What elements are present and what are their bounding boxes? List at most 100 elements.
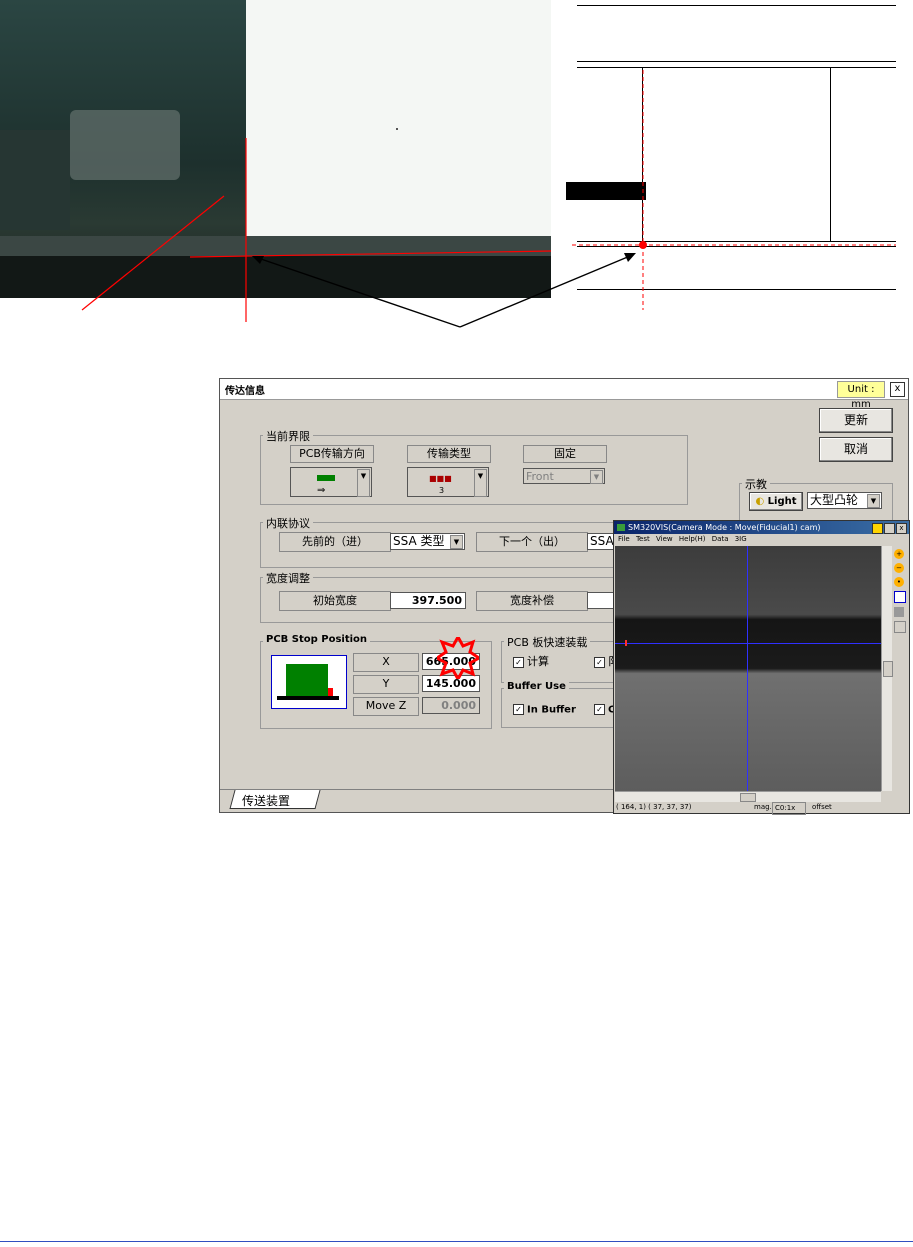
camera-statusbar: ( 164, 1) ( 37, 37, 37) mag. C0:1x offse… (614, 802, 909, 815)
vertical-scrollbar[interactable] (881, 546, 893, 791)
window-icon[interactable] (894, 591, 906, 603)
camera-image[interactable] (615, 546, 881, 791)
previous-select[interactable]: SSA 类型 ▼ (390, 533, 465, 550)
check-icon: ✓ (513, 704, 524, 715)
arrow-right (459, 255, 631, 328)
in-buffer-checkbox[interactable]: ✓ In Buffer (513, 704, 576, 716)
y-label: Y (353, 675, 419, 694)
pcb-position-diagram (271, 655, 347, 709)
light-button-label: Light (767, 496, 797, 507)
next-value: SSA (590, 534, 614, 548)
zoom-fit-icon[interactable]: • (894, 577, 904, 587)
menu-data[interactable]: Data (712, 535, 729, 543)
close-icon[interactable]: x (890, 382, 905, 397)
in-buffer-label: In Buffer (527, 704, 576, 716)
starburst-icon (437, 637, 479, 679)
camera-menubar: File Test View Help(H) Data 3IG (614, 534, 909, 545)
pcb-block (286, 664, 328, 696)
minimize-icon[interactable] (872, 523, 883, 534)
fast-load-label: PCB 板快速装载 (504, 634, 591, 650)
close-icon[interactable]: x (896, 523, 907, 534)
lamp-icon: ◐ (755, 496, 765, 507)
menu-test[interactable]: Test (636, 535, 650, 543)
pcb-direction-select[interactable]: ⇒ ▼ (290, 467, 372, 497)
calc-label: 计算 (527, 655, 549, 668)
status-coords: ( 164, 1) ( 37, 37, 37) (616, 803, 692, 811)
chevron-down-icon[interactable]: ▼ (867, 494, 880, 508)
app-icon (617, 524, 625, 531)
schematic-red-dot (639, 241, 647, 249)
menu-file[interactable]: File (618, 535, 630, 543)
scroll-thumb[interactable] (883, 661, 893, 677)
light-select-value: 大型凸轮 (810, 493, 859, 507)
camera-toolbar: + − • (894, 549, 907, 669)
menu-help[interactable]: Help(H) (679, 535, 706, 543)
movez-label: Move Z (353, 697, 419, 716)
fixed-value: Front (526, 470, 554, 483)
tab-conveyor[interactable]: 传送装置 (242, 792, 290, 809)
zoom-in-icon[interactable]: + (894, 549, 904, 559)
initial-width-input[interactable]: 397.500 (390, 592, 466, 609)
status-zoom: C0:1x (772, 802, 807, 815)
chevron-down-icon[interactable]: ▼ (590, 470, 603, 484)
page-footer-line (0, 1241, 913, 1242)
arrow-left (257, 257, 461, 328)
pcb-direction-label: PCB传输方向 (290, 445, 374, 463)
transfer-type-select[interactable]: ■■■ 3 ▼ (407, 467, 489, 497)
arrow-right-icon (317, 475, 335, 481)
update-button[interactable]: 更新 (819, 408, 893, 433)
chevron-down-icon[interactable]: ▼ (474, 469, 487, 497)
stopper-marker (328, 688, 333, 696)
chevron-down-icon[interactable]: ▼ (450, 535, 463, 549)
camera-titlebar: SM320VIS(Camera Mode : Move(Fiducial1) c… (614, 521, 909, 534)
horizontal-scrollbar[interactable] (615, 791, 881, 802)
edge-marker (625, 640, 627, 646)
dialog-titlebar: 传达信息 Unit : mm x (220, 379, 908, 410)
calc-checkbox[interactable]: ✓ 计算 (513, 653, 549, 669)
teach-label: 示教 (742, 476, 770, 492)
crosshair-vertical (747, 546, 748, 791)
check-icon: ✓ (594, 656, 605, 668)
pcb-stop-label: PCB Stop Position (263, 634, 371, 645)
transfer-info-dialog: 传达信息 Unit : mm x 更新 取消 当前界限 PCB传输方向 ⇒ ▼ … (219, 378, 910, 815)
x-label: X (353, 653, 419, 672)
initial-width-label: 初始宽度 (279, 591, 391, 611)
chevron-down-icon[interactable]: ▼ (357, 469, 370, 497)
inline-protocol-label: 内联协议 (263, 515, 313, 531)
next-label: 下一个（出） (476, 532, 588, 552)
buffer-use-label: Buffer Use (504, 681, 569, 692)
conveyor-bar (277, 696, 339, 700)
status-mag: mag. (754, 803, 772, 811)
scroll-thumb[interactable] (740, 793, 756, 802)
arrow-right-glyph: ⇒ (317, 485, 326, 496)
check-icon: ✓ (513, 656, 524, 668)
check-icon: ✓ (594, 704, 605, 715)
light-select[interactable]: 大型凸轮 ▼ (807, 492, 882, 509)
dialog-title: 传达信息 (225, 386, 265, 397)
status-offset: offset (812, 803, 832, 811)
light-button[interactable]: ◐ Light (749, 492, 803, 511)
unit-label: Unit : mm (837, 381, 885, 410)
camera-window: SM320VIS(Camera Mode : Move(Fiducial1) c… (613, 520, 910, 815)
annotation-overlay (81, 70, 896, 328)
previous-value: SSA 类型 (393, 534, 445, 548)
previous-label: 先前的（进） (279, 532, 391, 552)
current-limit-label: 当前界限 (263, 428, 313, 444)
transfer-type-value: 3 (439, 486, 445, 495)
crosshair-horizontal (615, 643, 881, 644)
grey-tool-icon[interactable] (894, 607, 904, 617)
cancel-button[interactable]: 取消 (819, 437, 893, 462)
menu-3ig[interactable]: 3IG (735, 535, 747, 543)
movez-input[interactable]: 0.000 (422, 697, 480, 714)
menu-view[interactable]: View (656, 535, 673, 543)
fixed-select[interactable]: Front ▼ (523, 468, 605, 484)
crosshair-horizontal (189, 250, 552, 258)
transfer-type-label: 传输类型 (407, 445, 491, 463)
red-pointer-line (81, 195, 225, 311)
fixed-label: 固定 (523, 445, 607, 463)
width-comp-label: 宽度补偿 (476, 591, 588, 611)
settings-icon[interactable] (894, 621, 906, 633)
width-adjust-label: 宽度调整 (263, 570, 313, 586)
zoom-out-icon[interactable]: − (894, 563, 904, 573)
maximize-icon[interactable] (884, 523, 895, 534)
